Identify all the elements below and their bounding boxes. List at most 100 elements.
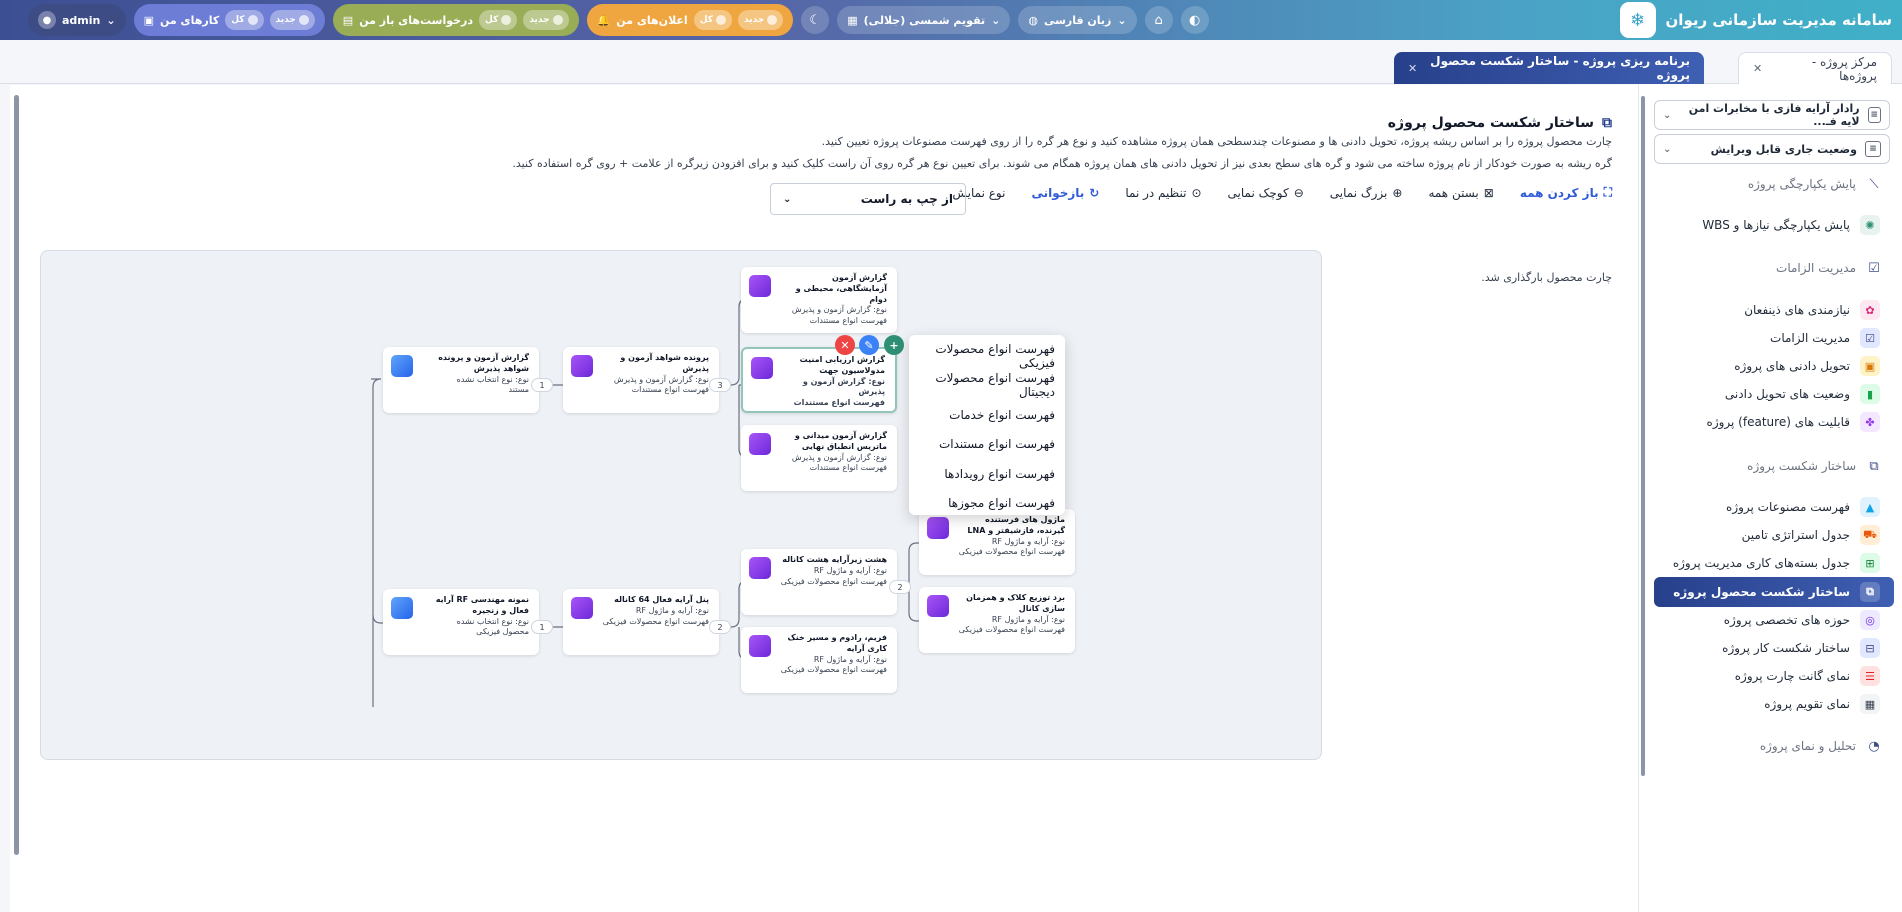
reload-button[interactable]: ↻ بازخوانی <box>1031 186 1099 200</box>
delete-node-icon[interactable]: ✕ <box>835 335 855 355</box>
sidebar-item-features[interactable]: ✤ قابلیت های (feature) پروژه <box>1656 407 1886 437</box>
sidebar-item-expertise-areas[interactable]: ◎ حوزه های تخصصی پروژه <box>1656 605 1886 635</box>
chart-node-modulation-security-report[interactable]: گزارش ارزیابی امنیت مدولاسیون جهت نوع: گ… <box>741 347 897 413</box>
node-icon <box>751 357 773 379</box>
palette-icon[interactable]: ◐ <box>1180 6 1209 34</box>
section-analysis[interactable]: ◔ تحلیل و نمای پروژه <box>1760 738 1882 754</box>
expand-all-button[interactable]: ⛶ باز کردن همه <box>1520 185 1612 200</box>
section-requirements[interactable]: ☑ مدیریت الزامات <box>1776 260 1882 276</box>
sidebar-item-wbs-integrity[interactable]: ✺ پایش یکپارچگی نیازها و WBS <box>1656 210 1886 240</box>
sidebar-item-deliverable-states[interactable]: ▮ وضعیت های تحویل دادنی <box>1656 379 1886 409</box>
section-label: پایش یکپارچگی پروژه <box>1747 177 1856 191</box>
chart-node-lab-test-report[interactable]: گزارش آزمون آزمایشگاهی، محیطی و دوام نوع… <box>741 267 897 333</box>
tab-project-center[interactable]: مرکز پروژه - پروژه‌ها ✕ <box>1738 52 1892 84</box>
node-type: نوع: نوع انتخاب نشده <box>456 374 529 384</box>
node-type: نوع: نوع انتخاب نشده <box>456 616 529 626</box>
chart-node-clock-distribution[interactable]: برد توزیع کلاک و همزمان سازی کانال نوع: … <box>919 587 1075 653</box>
sidebar-item-calendar[interactable]: ▦ نمای تقویم پروژه <box>1656 689 1886 719</box>
menu-item-documents[interactable]: فهرست انواع مستندات <box>909 430 1065 460</box>
product-chart-canvas[interactable]: گزارش آزمون و پرونده شواهد پذیرش نوع: نو… <box>40 250 1322 760</box>
chart-toolbar: ⛶ باز کردن همه ⊠ بستن همه ⊕ بزرگ نمایی ⊖ کوچ… <box>952 185 1612 200</box>
gantt-icon: ☰ <box>1860 666 1880 686</box>
menu-item-services[interactable]: فهرست انواع خدمات <box>909 400 1065 430</box>
chart-node-eight-subarrays[interactable]: هشت زیرآرایه هشت کاناله نوع: آرایه و ماژ… <box>741 549 897 615</box>
requests-new-badge[interactable]: جدید <box>523 10 569 30</box>
calendar-select[interactable]: ⌄ تقویم شمسی (جلالی) ▦ <box>837 6 1011 34</box>
sidebar-item-gantt[interactable]: ☰ نمای گانت چارت پروژه <box>1656 661 1886 691</box>
button-label: تنظیم در نما <box>1125 185 1187 200</box>
sidebar-item-wbs[interactable]: ⊟ ساختار شکست کار پروژه <box>1656 633 1886 663</box>
sidebar-scrollbar[interactable] <box>1641 96 1645 776</box>
my-requests-button[interactable]: جدید کل درخواست‌های باز من ▤ <box>332 4 579 36</box>
node-text: هشت زیرآرایه هشت کاناله نوع: آرایه و ماژ… <box>779 555 887 587</box>
child-count-badge[interactable]: 2 <box>889 580 911 594</box>
edit-node-icon[interactable]: ✎ <box>859 335 879 355</box>
child-count-badge[interactable]: 1 <box>531 378 553 392</box>
fit-view-button[interactable]: ⊙ تنظیم در نما <box>1125 186 1201 200</box>
my-notifications-button[interactable]: جدید کل اعلان‌های من 🔔 <box>586 4 794 36</box>
notif-all-badge[interactable]: کل <box>693 10 732 30</box>
child-count-badge[interactable]: 1 <box>531 620 553 634</box>
tab-product-breakdown[interactable]: برنامه ریزی پروژه - ساختار شکست محصول پر… <box>1394 52 1704 84</box>
chevron-down-icon: ⌄ <box>1663 109 1672 121</box>
menu-item-licenses[interactable]: فهرست انواع مجوزها <box>909 489 1065 519</box>
chart-node-frame-radome[interactable]: فریم، رادوم و مسیر خنک کاری آرایه نوع: آ… <box>741 627 897 693</box>
close-icon[interactable]: ✕ <box>1753 62 1762 75</box>
truck-icon: ⛟ <box>1860 525 1880 545</box>
zoom-out-button[interactable]: ⊖ کوچک نمایی <box>1228 186 1304 200</box>
tasks-all-badge[interactable]: کل <box>225 10 264 30</box>
moon-icon[interactable]: ☾ <box>801 6 830 34</box>
badge-count: 2 <box>897 582 903 592</box>
sidebar-item-requirements[interactable]: ☑ مدیریت الزامات <box>1656 323 1886 353</box>
direction-select[interactable]: از چپ به راست ⌄ <box>770 183 966 215</box>
chart-node-trx-modules[interactable]: ماژول های فرستنده گیرنده، فازشیفتر و LNA… <box>919 509 1075 575</box>
tasks-new-badge[interactable]: جدید <box>269 10 315 30</box>
bank-icon[interactable]: ⌂ <box>1144 6 1173 34</box>
close-icon[interactable]: ✕ <box>1408 62 1417 75</box>
project-select-value: رادار آرایه فازی با مخابرات امن لایه فـ.… <box>1688 102 1860 128</box>
sidebar-item-deliverables[interactable]: ▣ تحویل دادنی های پروژه <box>1656 351 1886 381</box>
chart-node-active-array-panel[interactable]: پنل آرایه فعال 64 کاناله نوع: آرایه و ما… <box>563 589 719 655</box>
brand[interactable]: سامانه مدیریت سازمانی ریوان ❄ <box>1619 2 1893 38</box>
sidebar-item-product-breakdown[interactable]: ⧉ ساختار شکست محصول پروژه <box>1654 577 1894 607</box>
notif-new-badge[interactable]: جدید <box>737 10 784 30</box>
connector-lines <box>371 298 919 707</box>
crosshair-icon: ⊙ <box>1191 185 1202 200</box>
pie-chart-icon: ◔ <box>1868 738 1880 754</box>
menu-item-digital-products[interactable]: فهرست انواع محصولات دیجیتال <box>909 371 1065 401</box>
puzzle-icon: ✤ <box>1860 412 1880 432</box>
section-breakdown[interactable]: ⧉ ساختار شکست پروژه <box>1747 458 1882 474</box>
tab-label: مرکز پروژه - پروژه‌ها <box>1811 54 1877 83</box>
sidebar-item-work-packages[interactable]: ⊞ جدول بسته‌های کاری مدیریت پروژه <box>1656 548 1886 578</box>
clipboard-check-icon: ☑ <box>1860 328 1880 348</box>
user-menu-button[interactable]: ⌄ admin ● <box>28 4 126 36</box>
child-count-badge[interactable]: 2 <box>709 620 731 634</box>
battery-icon: ▮ <box>1860 384 1880 404</box>
state-select[interactable]: ≡ وضعیت جاری قابل ویرایش ⌄ <box>1654 134 1890 164</box>
menu-item-physical-products[interactable]: فهرست انواع محصولات فیزیکی <box>909 341 1065 371</box>
project-select[interactable]: ≡ رادار آرایه فازی با مخابرات امن لایه ف… <box>1654 100 1890 130</box>
add-child-node-icon[interactable]: + <box>884 335 904 355</box>
requests-all-badge[interactable]: کل <box>479 10 518 30</box>
main-scrollbar[interactable] <box>14 95 19 855</box>
chart-node-rf-engineering-sample[interactable]: نمونه مهندسی RF آرایه فعال و زنجیره نوع:… <box>383 589 539 655</box>
chart-node-acceptance-report[interactable]: گزارش آزمون و پرونده شواهد پذیرش نوع: نو… <box>383 347 539 413</box>
app-title: سامانه مدیریت سازمانی ریوان <box>1665 11 1893 29</box>
sidebar-item-label: قابلیت های (feature) پروژه <box>1706 415 1850 429</box>
menu-item-events[interactable]: فهرست انواع رویدادها <box>909 459 1065 489</box>
chart-node-field-test-report[interactable]: گزارش آزمون میدانی و ماتریس انطباق نهایی… <box>741 425 897 491</box>
button-label: باز کردن همه <box>1519 185 1599 200</box>
collapse-all-button[interactable]: ⊠ بستن همه <box>1428 186 1493 200</box>
sidebar-item-artifacts[interactable]: ▲ فهرست مصنوعات پروژه <box>1656 492 1886 522</box>
section-integrity[interactable]: ⟋ پایش یکپارچگی پروژه <box>1748 176 1882 192</box>
language-select[interactable]: ⌄ زبان فارسی ◍ <box>1018 6 1137 34</box>
my-tasks-button[interactable]: جدید کل کارهای من ▣ <box>133 4 325 36</box>
node-icon <box>391 597 413 619</box>
sidebar-item-label: پایش یکپارچگی نیازها و WBS <box>1702 218 1850 232</box>
sidebar-item-stakeholders[interactable]: ✿ نیازمندی های ذینفعان <box>1656 295 1886 325</box>
chart-node-evidence-file[interactable]: پرونده شواهد آزمون و پذیرش نوع: گزارش آز… <box>563 347 719 413</box>
tab-label: برنامه ریزی پروژه - ساختار شکست محصول پر… <box>1430 54 1690 82</box>
zoom-in-button[interactable]: ⊕ بزرگ نمایی <box>1330 186 1403 200</box>
sidebar-item-supply-strategy[interactable]: ⛟ جدول استراتژی تامین <box>1656 520 1886 550</box>
child-count-badge[interactable]: 3 <box>709 378 731 392</box>
